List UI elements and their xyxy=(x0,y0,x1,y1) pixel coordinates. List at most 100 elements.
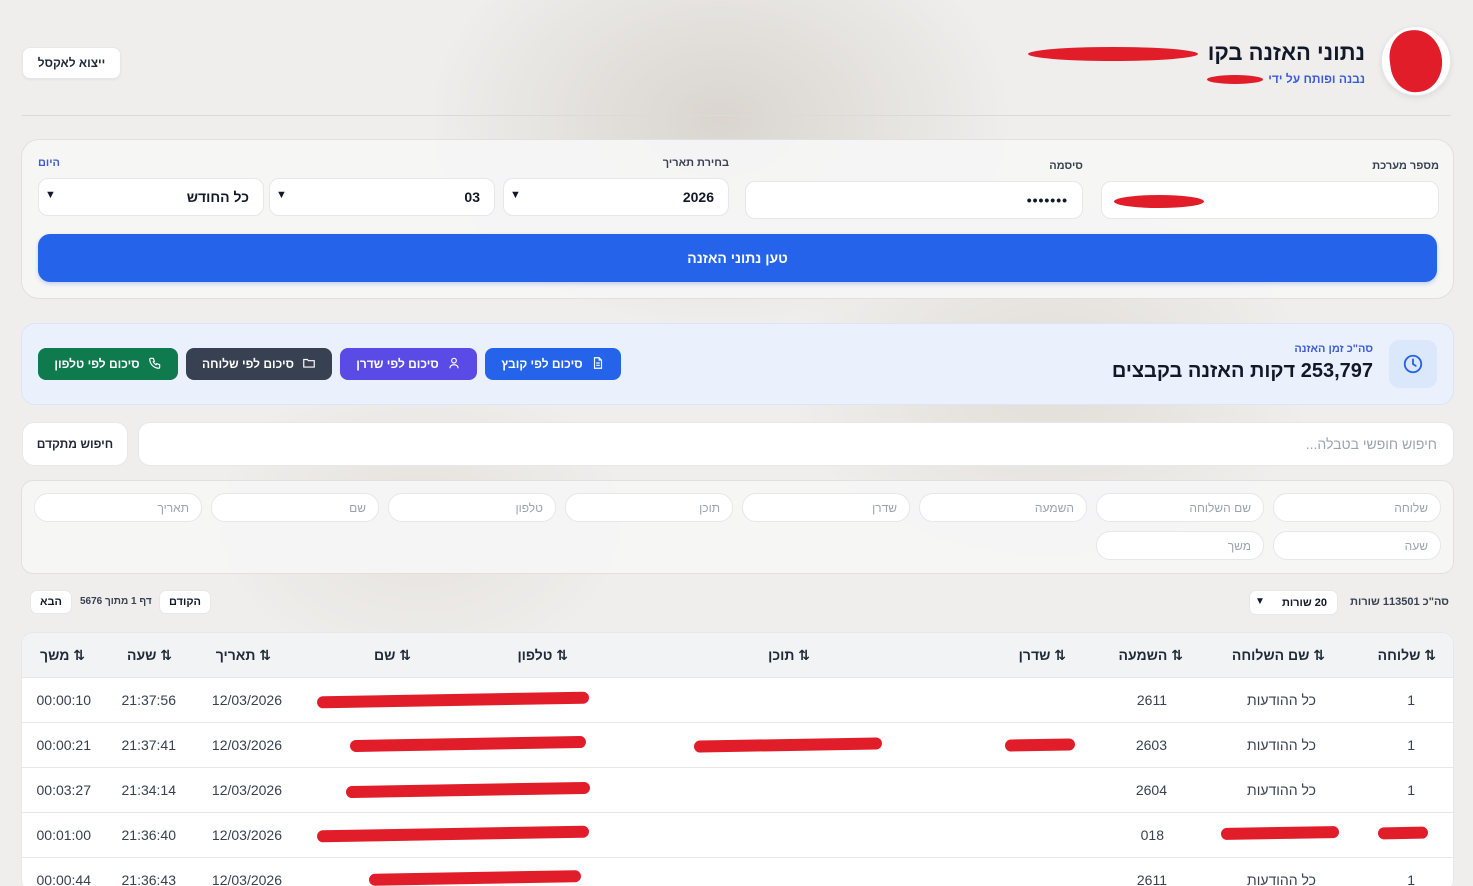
filter-extension[interactable]: שלוחה xyxy=(1273,493,1441,522)
cell-time: 21:37:56 xyxy=(121,692,177,708)
day-label: היום xyxy=(38,157,60,169)
redaction xyxy=(368,870,582,886)
filter-broadcaster[interactable]: שדרן xyxy=(742,493,910,522)
total-time-label: סה"כ זמן האזנה xyxy=(1294,343,1373,355)
password-input[interactable]: ••••••• xyxy=(745,181,1083,219)
subtitle-redaction xyxy=(1206,75,1263,85)
next-page-button[interactable]: הבא xyxy=(30,590,72,614)
cell-play: 2604 xyxy=(1135,782,1167,798)
cell-extension: 1 xyxy=(1407,737,1415,753)
day-select[interactable]: כל החודש ▼ xyxy=(38,178,264,216)
page-subtitle: נבנה ופותח על ידי xyxy=(1028,72,1365,86)
col-header-time[interactable]: ⇅ שעה xyxy=(127,647,172,664)
filter-time[interactable]: שעה xyxy=(1273,531,1441,560)
cell-extension: 1 xyxy=(1407,872,1415,886)
col-header-content[interactable]: ⇅ תוכן xyxy=(768,647,810,664)
cell-extension: 1 xyxy=(1407,782,1415,798)
password-label: סיסמה xyxy=(1049,160,1083,172)
prev-page-button[interactable]: הקודם xyxy=(159,590,211,614)
system-number-label: מספר מערכת xyxy=(1372,160,1439,172)
chevron-down-icon: ▼ xyxy=(510,189,521,201)
column-filters: שלוחה שם השלוחה השמעה שדרן תוכן טלפון שם… xyxy=(21,480,1454,574)
col-header-name[interactable]: ⇅ שם xyxy=(374,647,411,664)
filter-extension-name[interactable]: שם השלוחה xyxy=(1096,493,1264,522)
col-header-play[interactable]: ⇅ השמעה xyxy=(1118,647,1183,664)
cell-time: 21:36:43 xyxy=(121,872,177,886)
cell-duration: 00:00:21 xyxy=(36,737,92,753)
table-row[interactable]: 1 כל ההודעות 2611 12/03/2026 21:37:56 00… xyxy=(22,678,1453,723)
table-row[interactable]: 1 כל ההודעות 2611 12/03/2026 21:36:43 00… xyxy=(22,858,1453,886)
table-row[interactable]: 018 12/03/2026 21:36:40 00:01:00 xyxy=(22,813,1453,858)
col-header-date[interactable]: ⇅ תאריך xyxy=(216,647,271,664)
avatar xyxy=(1381,26,1451,96)
redaction xyxy=(345,781,591,799)
cell-duration: 00:03:27 xyxy=(36,782,92,798)
cell-play: 2611 xyxy=(1136,692,1167,708)
load-data-button[interactable]: טען נתוני האזנה xyxy=(38,234,1437,282)
summary-by-extension-button[interactable]: סיכום לפי שלוחה xyxy=(186,348,332,380)
redaction xyxy=(1220,825,1340,841)
cell-date: 12/03/2026 xyxy=(211,782,282,798)
title-redaction xyxy=(1027,47,1198,62)
phone-icon xyxy=(148,356,162,373)
avatar-redaction xyxy=(1385,27,1447,95)
system-number-input[interactable] xyxy=(1101,181,1439,219)
cell-date: 12/03/2026 xyxy=(211,827,282,843)
cell-date: 12/03/2026 xyxy=(211,872,282,886)
title-block: נתוני האזנה בקו נבנה ופותח על ידי xyxy=(1027,40,1365,86)
redaction xyxy=(1377,826,1429,840)
cell-duration: 00:01:00 xyxy=(36,827,92,843)
table-search-input[interactable]: חיפוש חופשי בטבלה... xyxy=(138,422,1454,466)
filter-date[interactable]: תאריך xyxy=(34,493,202,522)
col-header-phone[interactable]: ⇅ טלפון xyxy=(517,647,568,664)
table-row[interactable]: 1 כל ההודעות 2604 12/03/2026 21:34:14 00… xyxy=(22,768,1453,813)
col-header-broadcaster[interactable]: ⇅ שדרן xyxy=(1019,647,1066,664)
cell-play: 018 xyxy=(1140,827,1164,843)
redaction xyxy=(316,691,590,709)
chevron-down-icon: ▼ xyxy=(276,189,287,201)
total-rows-text: סה"כ 113501 שורות xyxy=(1350,596,1449,608)
cell-time: 21:34:14 xyxy=(121,782,177,798)
table-header: ⇅ שלוחה ⇅ שם השלוחה ⇅ השמעה ⇅ שדרן ⇅ תוכ… xyxy=(22,633,1453,678)
col-header-duration[interactable]: ⇅ משך xyxy=(40,647,85,664)
cell-extension-name: כל ההודעות xyxy=(1247,782,1316,798)
filter-play[interactable]: השמעה xyxy=(919,493,1087,522)
user-icon xyxy=(447,356,461,373)
page-title: נתוני האזנה בקו xyxy=(1027,40,1365,66)
system-number-redaction xyxy=(1114,195,1204,208)
redaction xyxy=(1004,738,1076,752)
table-row[interactable]: 1 כל ההודעות 2603 12/03/2026 21:37:41 00… xyxy=(22,723,1453,768)
cell-extension-name: כל ההודעות xyxy=(1247,872,1316,886)
cell-play: 2611 xyxy=(1136,872,1167,886)
export-excel-button[interactable]: ייצוא לאקסל xyxy=(22,47,121,79)
page-subtitle-text: נבנה ופותח על ידי xyxy=(1268,72,1365,86)
cell-time: 21:36:40 xyxy=(121,827,177,843)
summary-card: סה"כ זמן האזנה 253,797 דקות האזנה בקבצים… xyxy=(21,323,1454,405)
filter-name[interactable]: שם xyxy=(211,493,379,522)
cell-date: 12/03/2026 xyxy=(211,737,282,753)
filter-content[interactable]: תוכן xyxy=(565,493,733,522)
filter-duration[interactable]: משך xyxy=(1096,531,1264,560)
folder-icon xyxy=(302,356,316,373)
cell-extension-name: כל ההודעות xyxy=(1247,692,1316,708)
rows-per-page-select[interactable]: 20 שורות ▼ xyxy=(1249,590,1338,615)
cell-play: 2603 xyxy=(1135,737,1167,753)
date-label: בחירת תאריך xyxy=(662,157,729,169)
summary-by-phone-button[interactable]: סיכום לפי טלפון xyxy=(38,348,178,380)
advanced-search-button[interactable]: חיפוש מתקדם xyxy=(22,422,128,466)
page-info: דף 1 מתוך 5676 xyxy=(80,596,152,607)
cell-time: 21:37:41 xyxy=(121,737,177,753)
year-select[interactable]: 2026 ▼ xyxy=(503,178,729,216)
col-header-extension-name[interactable]: ⇅ שם השלוחה xyxy=(1232,647,1325,664)
col-header-extension[interactable]: ⇅ שלוחה xyxy=(1378,647,1436,664)
summary-by-file-button[interactable]: סיכום לפי קובץ xyxy=(485,348,621,380)
month-select[interactable]: 03 ▼ xyxy=(269,178,495,216)
filter-phone[interactable]: טלפון xyxy=(388,493,556,522)
file-icon xyxy=(591,356,605,373)
chevron-down-icon: ▼ xyxy=(45,189,56,201)
total-time-value: 253,797 דקות האזנה בקבצים xyxy=(1111,360,1373,382)
redaction xyxy=(693,737,883,753)
cell-extension: 1 xyxy=(1407,692,1415,708)
summary-by-broadcaster-button[interactable]: סיכום לפי שדרן xyxy=(340,348,477,380)
chevron-down-icon: ▼ xyxy=(1255,596,1265,607)
